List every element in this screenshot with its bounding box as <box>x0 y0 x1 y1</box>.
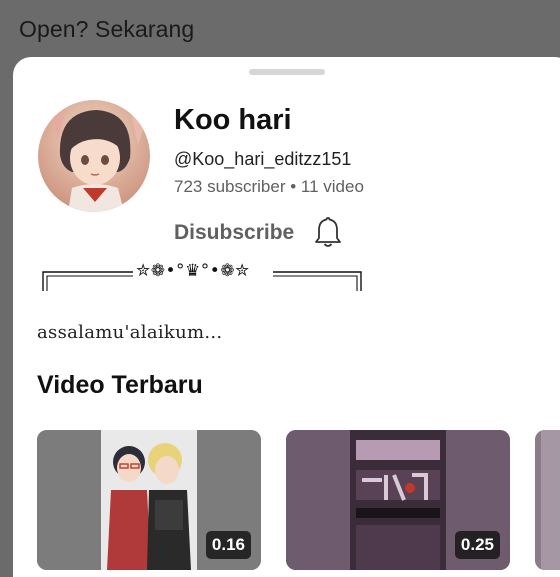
avatar-image <box>38 100 150 212</box>
channel-description: assalamu'alaikum... <box>37 322 223 343</box>
drag-handle[interactable] <box>249 69 325 75</box>
video-duration: 0.16 <box>205 531 251 559</box>
video-thumbnail[interactable] <box>535 430 560 570</box>
bell-icon[interactable] <box>313 215 343 249</box>
channel-name: Koo hari <box>174 104 292 136</box>
channel-handle: @Koo_hari_editzz151 <box>174 149 352 169</box>
channel-stats: 723 subscriber • 11 video <box>174 177 364 196</box>
video-duration: 0.25 <box>454 531 500 559</box>
video-thumbnail-image <box>535 430 560 570</box>
unsubscribe-button[interactable]: Disubscribe <box>174 221 294 245</box>
video-thumbnail[interactable]: 0.16 <box>37 430 261 570</box>
video-thumbnail[interactable]: 0.25 <box>286 430 510 570</box>
section-title: Video Terbaru <box>37 371 203 399</box>
decorative-symbols: ✮❁•°♛°•❁✮ <box>136 261 250 281</box>
open-prompt: Open? Sekarang <box>19 16 195 42</box>
channel-bottom-sheet: Koo hari @Koo_hari_editzz151 723 subscri… <box>13 57 560 577</box>
avatar[interactable] <box>38 100 150 212</box>
